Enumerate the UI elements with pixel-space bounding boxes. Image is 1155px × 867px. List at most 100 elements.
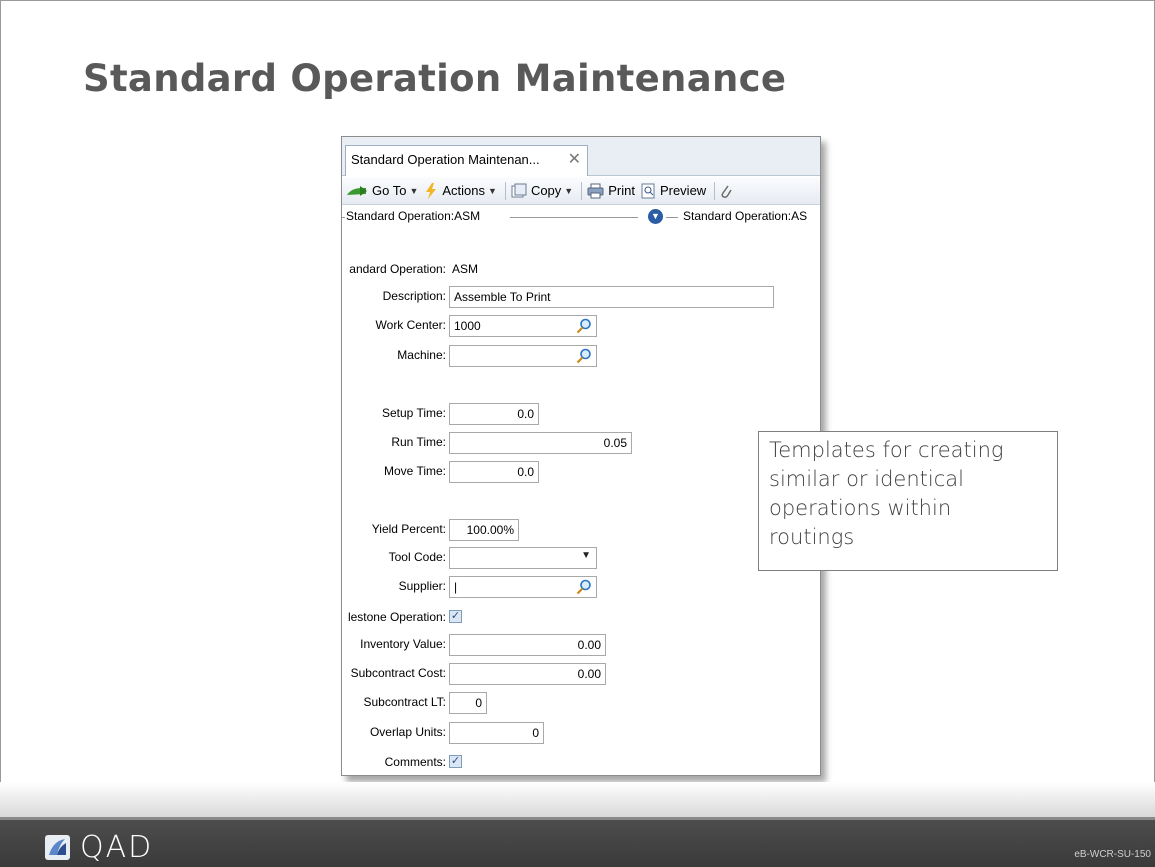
goto-button[interactable]: Go To ▼ xyxy=(346,183,418,198)
setup-time-field[interactable]: 0.0 xyxy=(449,403,539,425)
search-icon[interactable] xyxy=(576,348,592,364)
lightning-icon xyxy=(426,182,437,199)
slide-title: Standard Operation Maintenance xyxy=(83,57,787,100)
tab-label: Standard Operation Maintenan... xyxy=(351,152,540,167)
expand-toggle-icon[interactable]: ▼ xyxy=(648,209,663,224)
actions-label: Actions xyxy=(442,183,486,198)
chevron-down-icon: ▼ xyxy=(488,185,497,196)
tab-standard-operation-maintenance[interactable]: Standard Operation Maintenan... ✕ xyxy=(345,145,588,176)
print-button[interactable]: Print xyxy=(587,183,635,199)
goto-arrow-icon xyxy=(347,185,367,196)
supplier-label: Supplier: xyxy=(398,579,446,593)
slide: Standard Operation Maintenance Standard … xyxy=(0,0,1155,867)
search-icon[interactable] xyxy=(576,318,592,334)
app-window: Standard Operation Maintenan... ✕ Go To … xyxy=(341,136,821,776)
description-field[interactable]: Assemble To Print xyxy=(449,286,774,308)
copy-label: Copy xyxy=(530,183,562,198)
run-time-field[interactable]: 0.05 xyxy=(449,432,632,454)
milestone-label: lestone Operation: xyxy=(347,610,446,624)
subcontract-cost-field[interactable]: 0.00 xyxy=(449,663,606,685)
machine-row: Machine: xyxy=(342,345,820,367)
attach-button[interactable] xyxy=(720,183,732,199)
work-center-row: Work Center: 1000 xyxy=(342,315,820,337)
goto-label: Go To xyxy=(372,183,407,198)
breadcrumb-left[interactable]: Standard Operation:ASM xyxy=(346,209,480,223)
standard-operation-value: ASM xyxy=(452,262,479,276)
toolbar-divider xyxy=(581,181,583,200)
yield-percent-field[interactable]: 100.00% xyxy=(449,519,519,541)
machine-label: Machine: xyxy=(397,348,446,362)
tool-code-label: Tool Code: xyxy=(388,550,446,564)
comments-row: Comments: ✓ xyxy=(342,752,820,774)
copy-icon xyxy=(511,183,527,197)
breadcrumb-line xyxy=(342,217,345,218)
copy-button[interactable]: Copy ▼ xyxy=(511,183,573,199)
tab-bar: Standard Operation Maintenan... ✕ xyxy=(342,137,820,176)
comments-label: Comments: xyxy=(384,755,446,769)
overlap-units-label: Overlap Units: xyxy=(369,725,446,739)
toolbar-divider xyxy=(714,181,716,200)
inventory-value-label: Inventory Value: xyxy=(360,637,446,651)
description-label: Description: xyxy=(382,289,446,303)
footer-bar: QAD eB-WCR-SU-150 xyxy=(0,817,1155,867)
subcontract-lt-field[interactable]: 0 xyxy=(449,692,487,714)
search-icon[interactable] xyxy=(576,579,592,595)
close-icon[interactable]: ✕ xyxy=(568,149,581,169)
supplier-row: Supplier: | xyxy=(342,576,820,598)
chevron-down-icon: ▼ xyxy=(409,185,419,196)
callout-line: operations within xyxy=(769,496,952,520)
breadcrumb-line xyxy=(510,217,638,218)
comments-checkbox[interactable]: ✓ xyxy=(449,755,462,768)
yield-percent-row: Yield Percent: 100.00% xyxy=(342,519,820,541)
paperclip-icon xyxy=(721,185,732,198)
milestone-checkbox[interactable]: ✓ xyxy=(449,610,462,623)
overlap-units-field[interactable]: 0 xyxy=(449,722,544,744)
preview-icon xyxy=(641,183,655,198)
work-center-value: 1000 xyxy=(454,319,481,333)
chevron-down-icon: ▼ xyxy=(564,185,574,196)
run-time-row: Run Time: 0.05 xyxy=(342,432,820,454)
tool-code-row: Tool Code: ▼ xyxy=(342,547,820,569)
actions-button[interactable]: Actions ▼ xyxy=(424,182,497,199)
subcontract-cost-label: Subcontract Cost: xyxy=(350,666,446,680)
yield-percent-label: Yield Percent: xyxy=(371,522,446,536)
supplier-value: | xyxy=(454,580,458,594)
inventory-value-row: Inventory Value: 0.00 xyxy=(342,634,820,656)
move-time-row: Move Time: 0.0 xyxy=(342,461,820,483)
inventory-value-field[interactable]: 0.00 xyxy=(449,634,606,656)
setup-time-label: Setup Time: xyxy=(381,406,446,420)
subcontract-cost-row: Subcontract Cost: 0.00 xyxy=(342,663,820,685)
preview-button[interactable]: Preview xyxy=(641,183,706,199)
printer-icon xyxy=(587,183,604,198)
preview-label: Preview xyxy=(659,183,707,198)
work-center-field[interactable]: 1000 xyxy=(449,315,597,337)
machine-field[interactable] xyxy=(449,345,597,367)
subcontract-lt-row: Subcontract LT: 0 xyxy=(342,692,820,714)
move-time-label: Move Time: xyxy=(383,464,446,478)
supplier-field[interactable]: | xyxy=(449,576,597,598)
callout-box: Templates for creating similar or identi… xyxy=(758,431,1058,571)
toolbar: Go To ▼ Actions ▼ Copy ▼ Print Preview xyxy=(342,177,820,205)
chevron-down-icon[interactable]: ▼ xyxy=(581,550,591,561)
standard-operation-label: andard Operation: xyxy=(349,262,446,276)
callout-line: routings xyxy=(769,525,855,549)
callout-line: similar or identical xyxy=(769,467,964,491)
breadcrumb-line xyxy=(666,217,678,218)
standard-operation-row: andard Operation: ASM xyxy=(342,259,820,281)
print-label: Print xyxy=(608,183,635,198)
setup-time-row: Setup Time: 0.0 xyxy=(342,403,820,425)
work-center-label: Work Center: xyxy=(375,318,446,332)
slide-code: eB-WCR-SU-150 xyxy=(1074,849,1151,860)
tool-code-select[interactable]: ▼ xyxy=(449,547,597,569)
qad-logo-text: QAD xyxy=(80,830,154,865)
breadcrumb: Standard Operation:ASM ▼ Standard Operat… xyxy=(342,206,820,228)
toolbar-divider xyxy=(504,181,506,200)
description-row: Description: Assemble To Print xyxy=(342,286,820,308)
overlap-units-row: Overlap Units: 0 xyxy=(342,722,820,744)
milestone-row: lestone Operation: ✓ xyxy=(342,607,820,629)
qad-logo: QAD xyxy=(45,830,153,865)
move-time-field[interactable]: 0.0 xyxy=(449,461,539,483)
subcontract-lt-label: Subcontract LT: xyxy=(363,695,447,709)
breadcrumb-right[interactable]: Standard Operation:AS xyxy=(683,209,807,223)
footer-fade xyxy=(0,782,1155,817)
